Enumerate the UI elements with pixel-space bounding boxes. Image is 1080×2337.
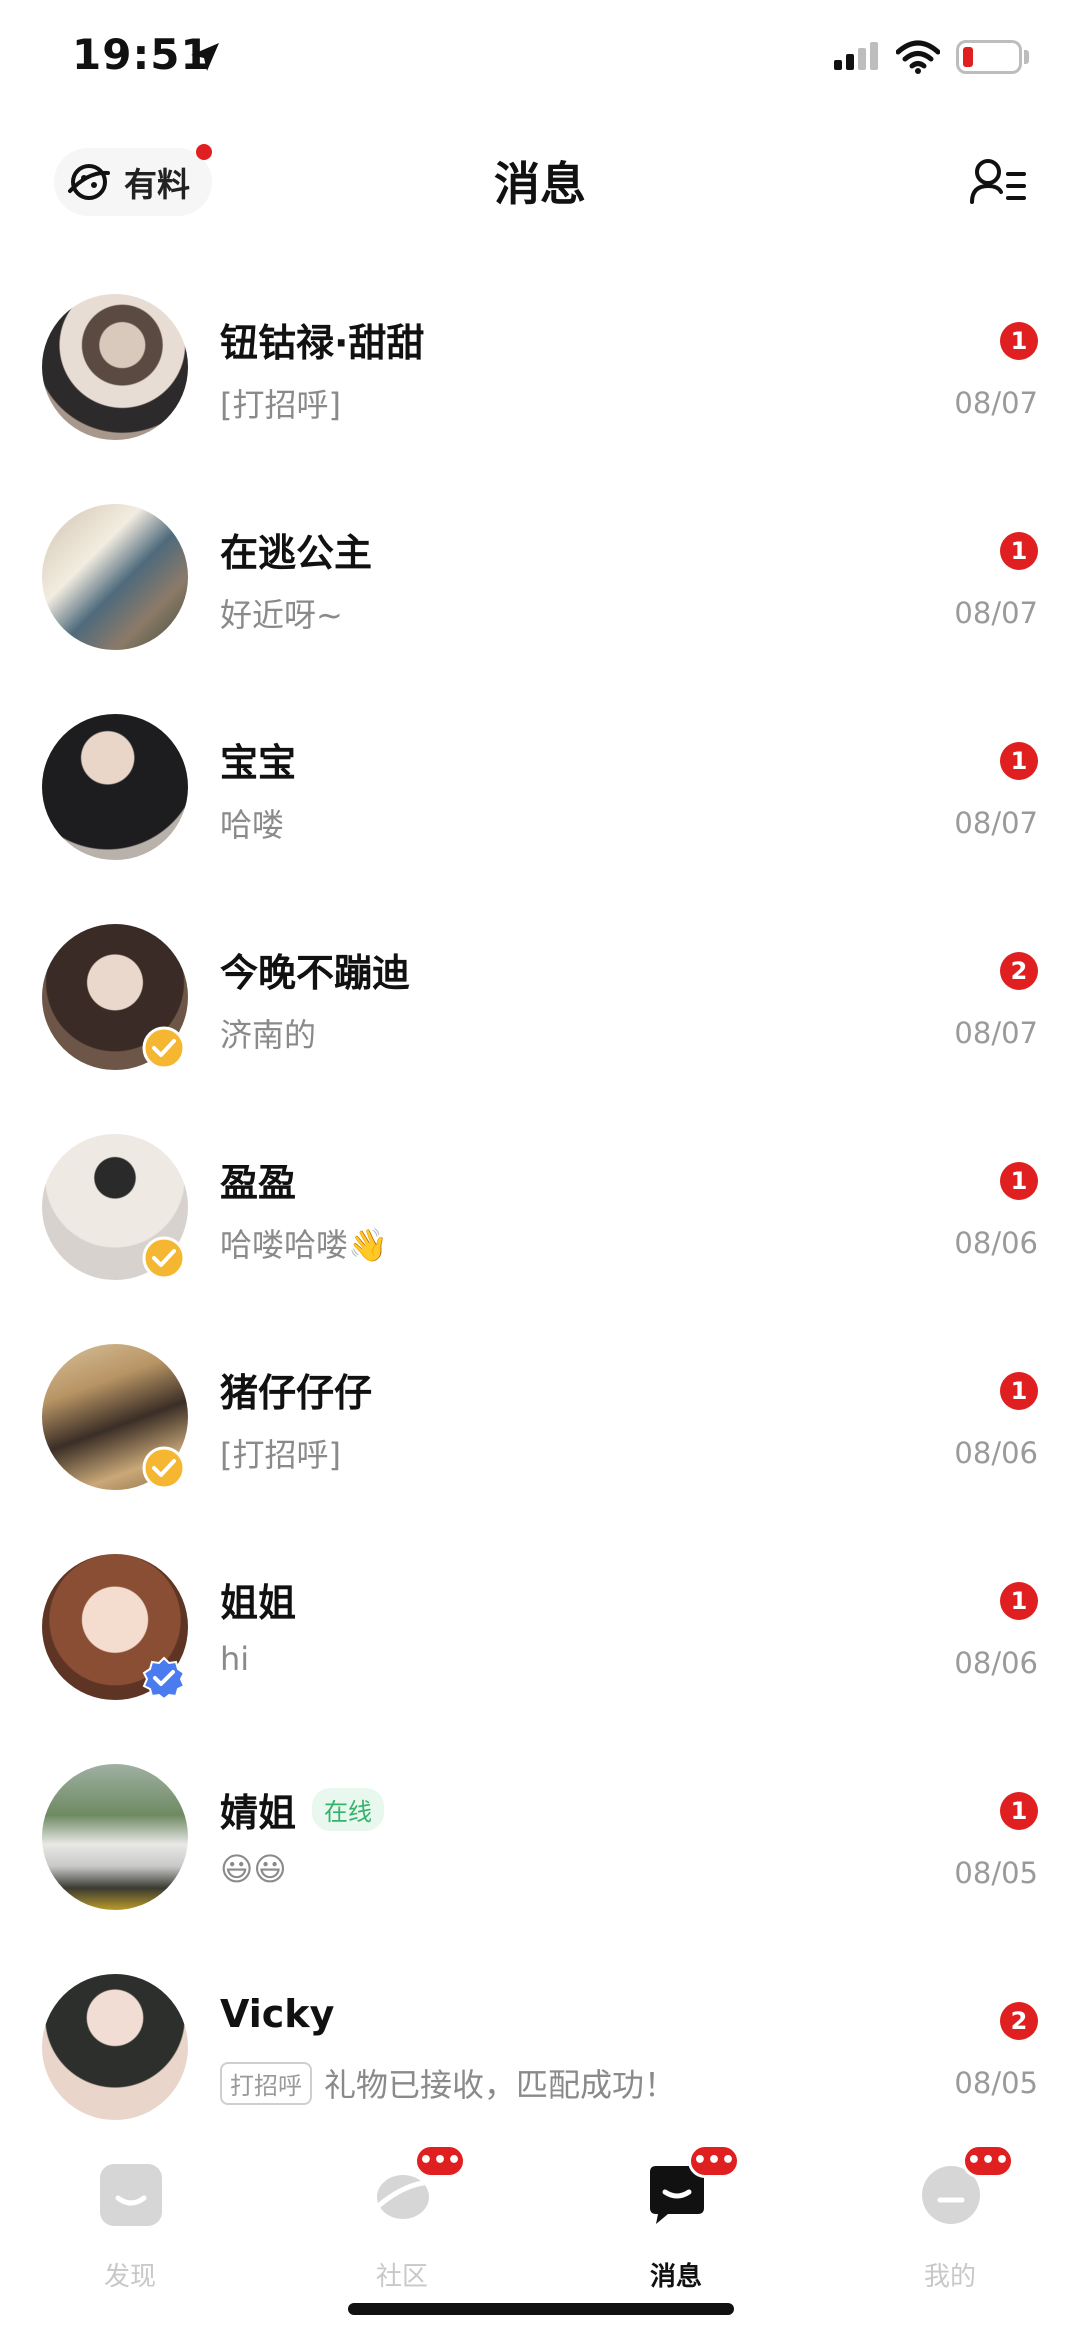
unread-badge: 1	[1000, 742, 1038, 780]
conversation-item[interactable]: 猪仔仔仔 [打招呼] 1 08/06	[0, 1290, 1080, 1500]
tab-badge: •••	[688, 2144, 740, 2178]
battery-cap	[1024, 50, 1029, 64]
message-time: 08/06	[954, 1226, 1038, 1260]
tab-community[interactable]: ••• 社区	[322, 2144, 482, 2292]
wifi-icon	[896, 40, 940, 74]
avatar[interactable]	[42, 294, 188, 440]
conversation-item[interactable]: 今晚不蹦迪 济南的 2 08/07	[0, 870, 1080, 1080]
conversation-item[interactable]: 姐姐 hi 1 08/06	[0, 1500, 1080, 1710]
home-indicator[interactable]	[348, 2303, 734, 2315]
tab-label: 消息	[649, 2262, 702, 2292]
contacts-list-icon[interactable]	[968, 152, 1028, 212]
message-preview: 😃😃	[220, 1850, 287, 1888]
message-preview: [打招呼]	[220, 1436, 341, 1474]
message-time: 08/07	[954, 386, 1038, 420]
tab-messages[interactable]: ••• 消息	[596, 2144, 756, 2292]
discover-icon	[100, 2164, 162, 2226]
conversation-list: 钮钴禄·甜甜 [打招呼] 1 08/07 在逃公主 好近呀~ 1 08/07 宝…	[0, 240, 1080, 2130]
message-time: 08/06	[954, 1436, 1038, 1470]
greeting-tag: 打招呼	[220, 2061, 312, 2105]
unread-badge: 2	[1000, 2002, 1038, 2040]
message-preview: 济南的	[220, 1016, 317, 1054]
avatar[interactable]	[42, 714, 188, 860]
status-bar: 19:51	[0, 0, 1080, 120]
unread-badge: 1	[1000, 1792, 1038, 1830]
conversation-name: 姐姐	[220, 1581, 297, 1625]
unread-badge: 1	[1000, 322, 1038, 360]
unread-badge: 1	[1000, 1162, 1038, 1200]
tab-label: 我的	[923, 2262, 976, 2292]
online-status-tag: 在线	[312, 1788, 385, 1831]
avatar[interactable]	[42, 504, 188, 650]
blue-verified-icon	[142, 1656, 186, 1700]
conversation-name: 宝宝	[220, 741, 297, 785]
message-time: 08/05	[954, 2066, 1038, 2100]
battery-icon	[956, 40, 1022, 74]
conversation-name: 钮钴禄·甜甜	[220, 321, 425, 365]
conversation-item[interactable]: 盈盈 哈喽哈喽👋 1 08/06	[0, 1080, 1080, 1290]
conversation-name: 婧姐	[220, 1791, 297, 1835]
tab-discover[interactable]: 发现	[50, 2144, 210, 2292]
message-preview: 好近呀~	[220, 596, 343, 634]
conversation-name: 猪仔仔仔	[220, 1371, 373, 1415]
tab-profile[interactable]: ••• 我的	[870, 2144, 1030, 2292]
unread-badge: 1	[1000, 532, 1038, 570]
location-arrow-icon	[191, 43, 219, 71]
header: 有料 消息	[0, 130, 1080, 240]
tab-badge: •••	[414, 2144, 466, 2178]
tab-label: 发现	[103, 2262, 156, 2292]
conversation-name: 在逃公主	[220, 531, 373, 575]
conversation-name: 今晚不蹦迪	[220, 951, 411, 995]
message-time: 08/07	[954, 596, 1038, 630]
tab-badge: •••	[962, 2144, 1014, 2178]
conversation-item[interactable]: 在逃公主 好近呀~ 1 08/07	[0, 450, 1080, 660]
unread-badge: 2	[1000, 952, 1038, 990]
message-preview: hi	[220, 1640, 250, 1678]
page-title: 消息	[494, 157, 586, 211]
avatar[interactable]	[42, 1974, 188, 2120]
gold-verified-icon	[142, 1236, 186, 1280]
gold-verified-icon	[142, 1026, 186, 1070]
message-preview: [打招呼]	[220, 386, 341, 424]
conversation-name: 盈盈	[220, 1161, 297, 1205]
tab-label: 社区	[375, 2262, 428, 2292]
cellular-signal-icon	[834, 42, 878, 70]
conversation-item[interactable]: Vicky 打招呼 礼物已接收，匹配成功！ 2 08/05	[0, 1920, 1080, 2130]
message-time: 08/05	[954, 1856, 1038, 1890]
message-preview: 哈喽	[220, 806, 285, 844]
message-time: 08/06	[954, 1646, 1038, 1680]
message-preview: 礼物已接收，匹配成功！	[324, 2066, 677, 2104]
unread-badge: 1	[1000, 1582, 1038, 1620]
unread-badge: 1	[1000, 1372, 1038, 1410]
avatar[interactable]	[42, 1764, 188, 1910]
message-time: 08/07	[954, 806, 1038, 840]
conversation-item[interactable]: 宝宝 哈喽 1 08/07	[0, 660, 1080, 870]
conversation-name: Vicky	[220, 1992, 335, 2036]
conversation-item[interactable]: 钮钴禄·甜甜 [打招呼] 1 08/07	[0, 240, 1080, 450]
message-time: 08/07	[954, 1016, 1038, 1050]
gold-verified-icon	[142, 1446, 186, 1490]
conversation-item[interactable]: 婧姐 在线 😃😃 1 08/05	[0, 1710, 1080, 1920]
message-preview: 哈喽哈喽👋	[220, 1226, 388, 1264]
